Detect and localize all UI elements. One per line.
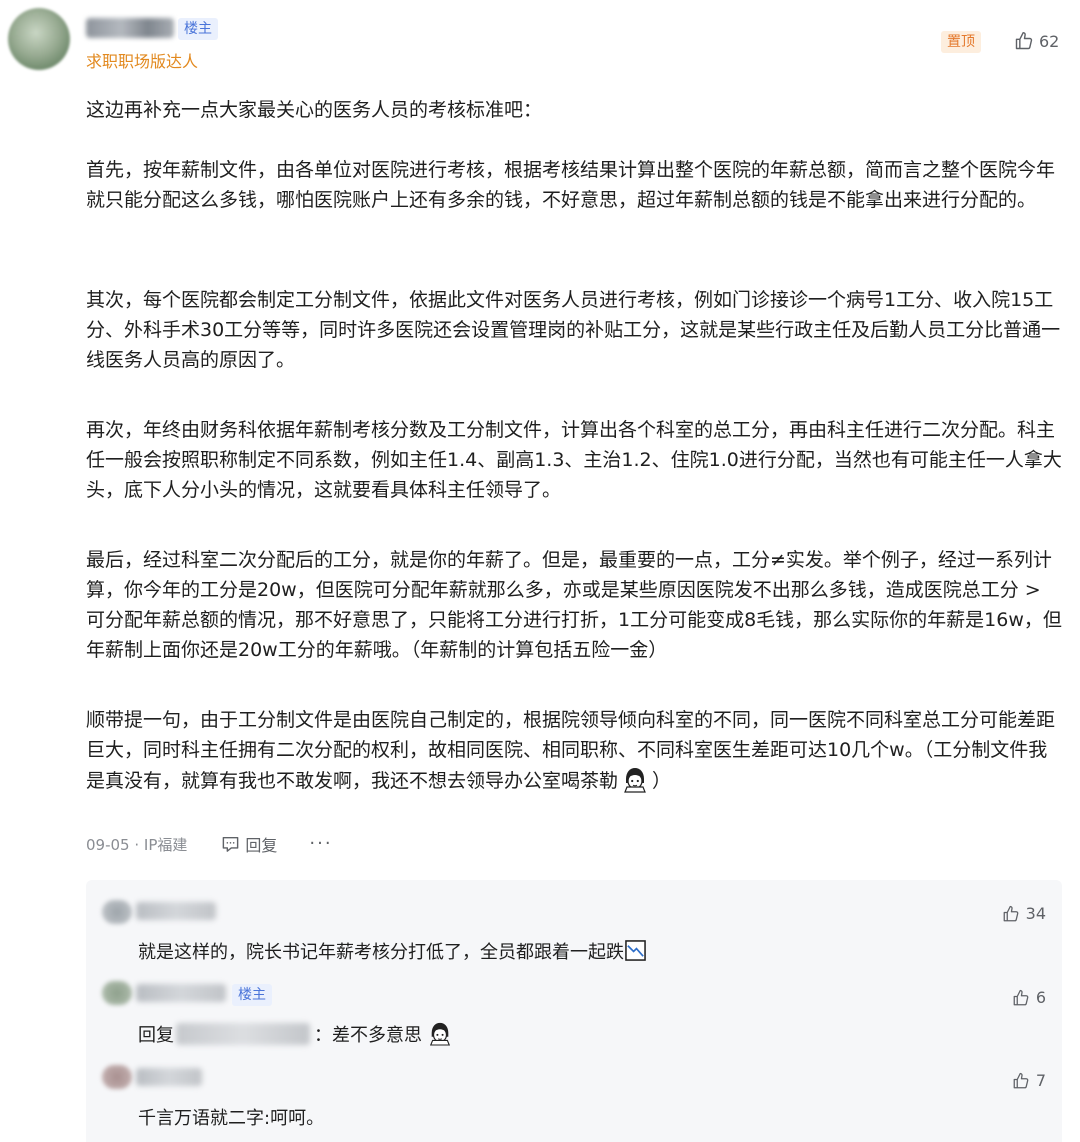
- comment-thread: 楼主 求职职场版达人 置顶 62 这边再补充一点大家最关心的医务人员的考核标准吧…: [0, 0, 1080, 1142]
- thumbs-up-icon: [1012, 989, 1030, 1007]
- paragraph: 最后，经过科室二次分配后的工分，就是你的年薪了。但是，最重要的一点，工分≠实发。…: [86, 549, 1062, 661]
- paragraph: 这边再补充一点大家最关心的医务人员的考核标准吧：: [86, 99, 543, 121]
- sub-comment-name-blurred[interactable]: [136, 984, 226, 1002]
- sub-comment-like-button[interactable]: 7: [1012, 1071, 1046, 1090]
- paragraph: 再次，年终由财务科依据年薪制考核分数及工分制文件，计算出各个科室的总工分，再由科…: [86, 419, 1062, 501]
- paragraph-text: 顺带提一句，由于工分制文件是由医院自己制定的，根据院领导倾向科室的不同，同一医院…: [86, 709, 1056, 792]
- sub-comment-like-count: 6: [1035, 988, 1046, 1007]
- op-badge: 楼主: [178, 18, 218, 40]
- girl-face-emoji-icon: [428, 1020, 452, 1051]
- girl-face-emoji-icon: [622, 768, 648, 798]
- sub-comments: 34 就是这样的，院长书记年薪考核分打低了，全员都跟着一起跌 楼主 6 回复 ：差…: [86, 880, 1062, 1142]
- author-title: 求职职场版达人: [86, 52, 199, 71]
- sub-comment-like-count: 7: [1035, 1071, 1046, 1090]
- chart-down-emoji-icon: [625, 940, 646, 966]
- sub-comment-avatar[interactable]: [102, 1065, 132, 1089]
- reply-label: 回复: [245, 836, 278, 855]
- sub-comment-like-button[interactable]: 34: [1002, 904, 1046, 923]
- paragraph: 其次，每个医院都会制定工分制文件，依据此文件对医务人员进行考核，例如门诊接诊一个…: [86, 289, 1061, 371]
- like-button[interactable]: 62: [1014, 31, 1059, 51]
- thumbs-up-icon: [1002, 905, 1020, 923]
- more-button[interactable]: ···: [309, 835, 332, 853]
- like-count: 62: [1039, 31, 1060, 51]
- sub-comment-body: 千言万语就二字:呵呵。: [138, 1108, 325, 1129]
- op-badge: 楼主: [232, 984, 272, 1006]
- post-date-location: 09-05 · IP福建: [86, 835, 188, 854]
- thumbs-up-icon: [1014, 31, 1034, 51]
- sub-comment-avatar[interactable]: [102, 900, 132, 924]
- paragraph: 首先，按年薪制文件，由各单位对医院进行考核，根据考核结果计算出整个医院的年薪总额…: [86, 159, 1056, 211]
- sub-comment-name-blurred[interactable]: [136, 1068, 202, 1086]
- thumbs-up-icon: [1012, 1072, 1030, 1090]
- sub-comment-body: 就是这样的，院长书记年薪考核分打低了，全员都跟着一起跌: [138, 942, 624, 963]
- reply-suffix: ：差不多意思: [314, 1025, 422, 1046]
- pinned-badge: 置顶: [941, 31, 981, 53]
- sub-comment-text: 千言万语就二字:呵呵。: [138, 1104, 324, 1130]
- sub-comment-text: 回复 ：差不多意思: [138, 1020, 452, 1051]
- reply-button[interactable]: 回复: [221, 832, 277, 856]
- sub-comment-text: 就是这样的，院长书记年薪考核分打低了，全员都跟着一起跌: [138, 938, 646, 966]
- reply-target-name-blurred[interactable]: [176, 1023, 310, 1045]
- paragraph-text-end: ）: [652, 770, 672, 792]
- comment-bubble-icon: [221, 835, 240, 853]
- paragraph: 顺带提一句，由于工分制文件是由医院自己制定的，根据院领导倾向科室的不同，同一医院…: [86, 705, 1062, 802]
- sub-comment-like-button[interactable]: 6: [1012, 988, 1046, 1007]
- post-meta: 09-05 · IP福建 回复 ···: [86, 832, 333, 856]
- sub-comment-name-blurred[interactable]: [136, 902, 216, 920]
- reply-prefix: 回复: [138, 1025, 174, 1046]
- author-avatar[interactable]: [8, 8, 70, 70]
- author-name-blurred[interactable]: [86, 18, 174, 38]
- sub-comment-like-count: 34: [1025, 904, 1046, 923]
- sub-comment-avatar[interactable]: [102, 981, 132, 1005]
